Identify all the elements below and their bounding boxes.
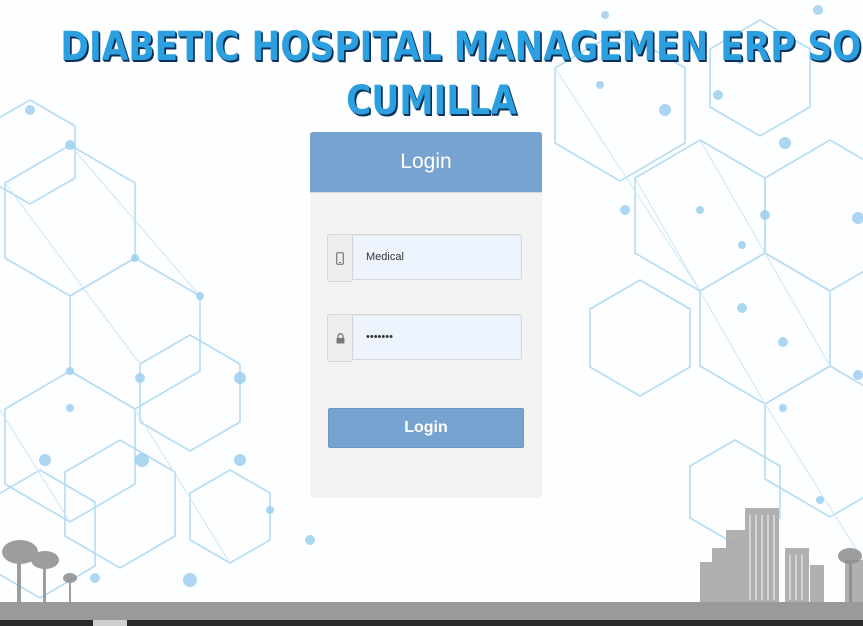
- footer-segment: [93, 620, 127, 626]
- footer-strip: [0, 620, 863, 626]
- page-title-line-2: CUMILLA: [346, 78, 517, 124]
- login-page: DIABETIC HOSPITAL MANAGEMEN ERP SOFTWARE…: [0, 0, 863, 626]
- password-input[interactable]: [352, 314, 522, 360]
- username-input[interactable]: [352, 234, 522, 280]
- lock-icon: [327, 314, 352, 362]
- password-field-group: [327, 314, 524, 362]
- login-button[interactable]: Login: [328, 408, 524, 448]
- login-panel-heading: Login: [310, 132, 542, 193]
- login-panel: Login Login: [310, 132, 542, 498]
- page-title-line-1: DIABETIC HOSPITAL MANAGEMEN ERP SOFTWARE: [60, 24, 863, 70]
- username-field-group: [327, 234, 524, 282]
- mobile-phone-icon: [327, 234, 352, 282]
